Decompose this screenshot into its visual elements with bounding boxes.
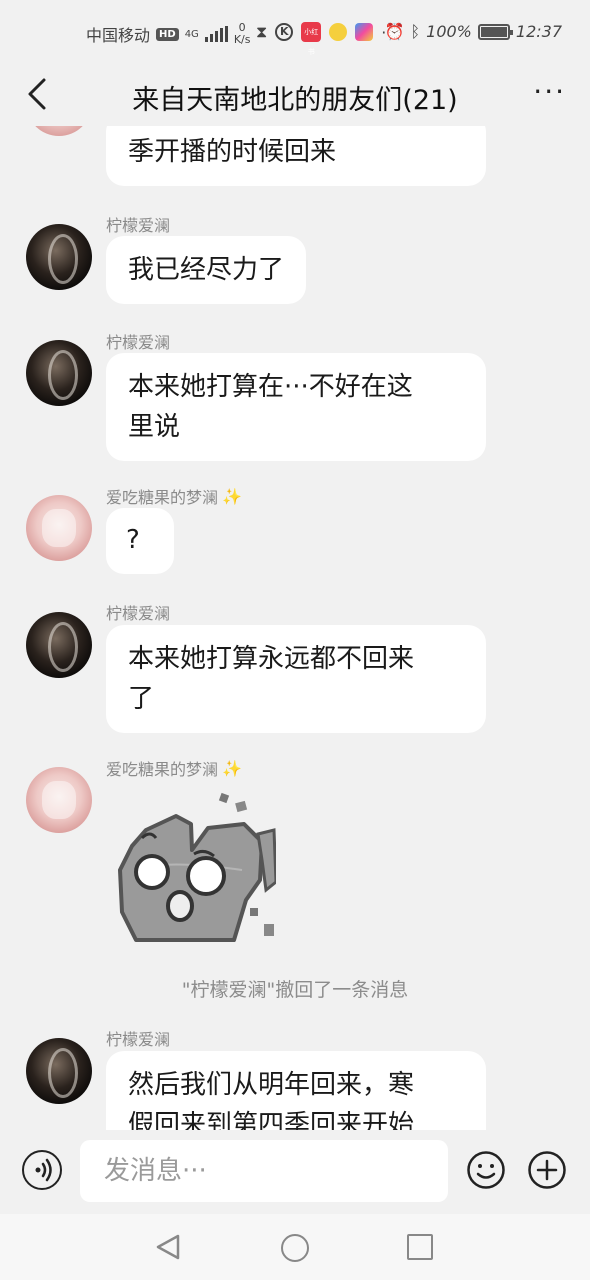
avatar[interactable] xyxy=(26,1038,92,1104)
voice-button[interactable] xyxy=(22,1150,62,1190)
signal-icon xyxy=(204,26,228,42)
sender-name: 柠檬爱澜 xyxy=(106,216,171,235)
message-text: ? xyxy=(126,525,140,555)
triangle-back-icon xyxy=(156,1234,180,1260)
message-text: 季开播的时候回来 xyxy=(128,137,337,167)
app-badge-icon: 小红书 xyxy=(301,22,322,56)
system-recents-button[interactable] xyxy=(407,1234,433,1260)
message-text: 本来她打算永远都不回来 xyxy=(128,644,415,674)
colorful-app-icon xyxy=(355,23,374,41)
k-app-icon: K xyxy=(275,23,294,41)
message-list[interactable]: 季开播的时候回来 柠檬爱澜 我已经尽力了 柠檬爱澜 本来她打算在···不好在这 … xyxy=(0,126,590,1130)
sparkle-icon: ✨ xyxy=(222,758,242,778)
network-label: 4G xyxy=(184,28,199,40)
clock: 12:37 xyxy=(515,22,562,41)
avatar[interactable] xyxy=(26,612,92,678)
message-text: 假回来到第四季回来开始 xyxy=(128,1110,415,1130)
status-bar: 中国移动 HD 4G 0 K/s ⧗ K 小红书 ··· ⏰ ᛒ 100% 12:… xyxy=(0,0,590,62)
recall-notice: "柠檬爱澜"撤回了一条消息 xyxy=(181,979,409,1001)
message-bubble[interactable]: 然后我们从明年回来，寒 假回来到第四季回来开始 xyxy=(106,1051,486,1130)
hourglass-icon: ⧗ xyxy=(256,22,268,41)
plus-icon xyxy=(528,1151,566,1189)
message-bubble[interactable]: 我已经尽力了 xyxy=(106,236,307,304)
message-bubble[interactable]: 本来她打算永远都不回来 了 xyxy=(106,625,486,733)
hd-badge: HD xyxy=(156,27,179,41)
message-text: 我已经尽力了 xyxy=(128,255,285,285)
sender-name: 柠檬爱澜 xyxy=(106,1030,171,1049)
more-dots-icon[interactable]: ··· xyxy=(533,78,566,106)
avatar[interactable] xyxy=(26,224,92,290)
net-speed: 0 K/s xyxy=(233,21,251,46)
system-back-button[interactable] xyxy=(154,1232,184,1262)
sender-name: 爱吃糖果的梦澜 ✨ xyxy=(106,758,242,780)
sender-name: 柠檬爱澜 xyxy=(106,333,171,352)
rock-face-icon xyxy=(118,792,278,942)
sender-name: 柠檬爱澜 xyxy=(106,604,171,623)
avatar[interactable] xyxy=(26,495,92,561)
message-bubble[interactable]: ? xyxy=(106,508,174,574)
bluetooth-icon: ᛒ xyxy=(410,22,421,41)
avatar[interactable] xyxy=(26,340,92,406)
emoji-button[interactable] xyxy=(466,1150,506,1190)
sparkle-icon: ✨ xyxy=(222,486,242,506)
system-navigation-bar xyxy=(0,1214,590,1280)
message-text: 然后我们从明年回来，寒 xyxy=(128,1070,415,1100)
message-bubble[interactable]: 本来她打算在···不好在这 里说 xyxy=(106,353,486,461)
avatar[interactable] xyxy=(26,126,92,136)
message-text: 了 xyxy=(128,684,155,714)
system-home-button[interactable] xyxy=(281,1234,309,1262)
more-actions-button[interactable] xyxy=(527,1150,567,1190)
alarm-icon: ⏰ xyxy=(384,22,405,41)
sender-name: 爱吃糖果的梦澜 ✨ xyxy=(106,486,242,508)
message-text: 里说 xyxy=(128,412,181,442)
message-text: 本来她打算在···不好在这 xyxy=(128,372,413,402)
voice-icon xyxy=(35,1158,52,1182)
message-composer xyxy=(0,1130,590,1214)
cracked-rock-face-sticker[interactable] xyxy=(116,790,278,950)
chat-header: 来自天南地北的朋友们(21) ··· xyxy=(0,62,590,126)
avatar[interactable] xyxy=(26,767,92,833)
battery-icon xyxy=(477,23,513,40)
battery-percent: 100% xyxy=(426,22,472,41)
message-input[interactable] xyxy=(80,1140,448,1202)
message-bubble[interactable]: 季开播的时候回来 xyxy=(106,126,486,186)
page-title: 来自天南地北的朋友们(21) xyxy=(132,85,458,116)
emoji-icon xyxy=(467,1151,505,1189)
face-app-icon xyxy=(329,23,348,41)
carrier-label: 中国移动 xyxy=(86,26,151,45)
